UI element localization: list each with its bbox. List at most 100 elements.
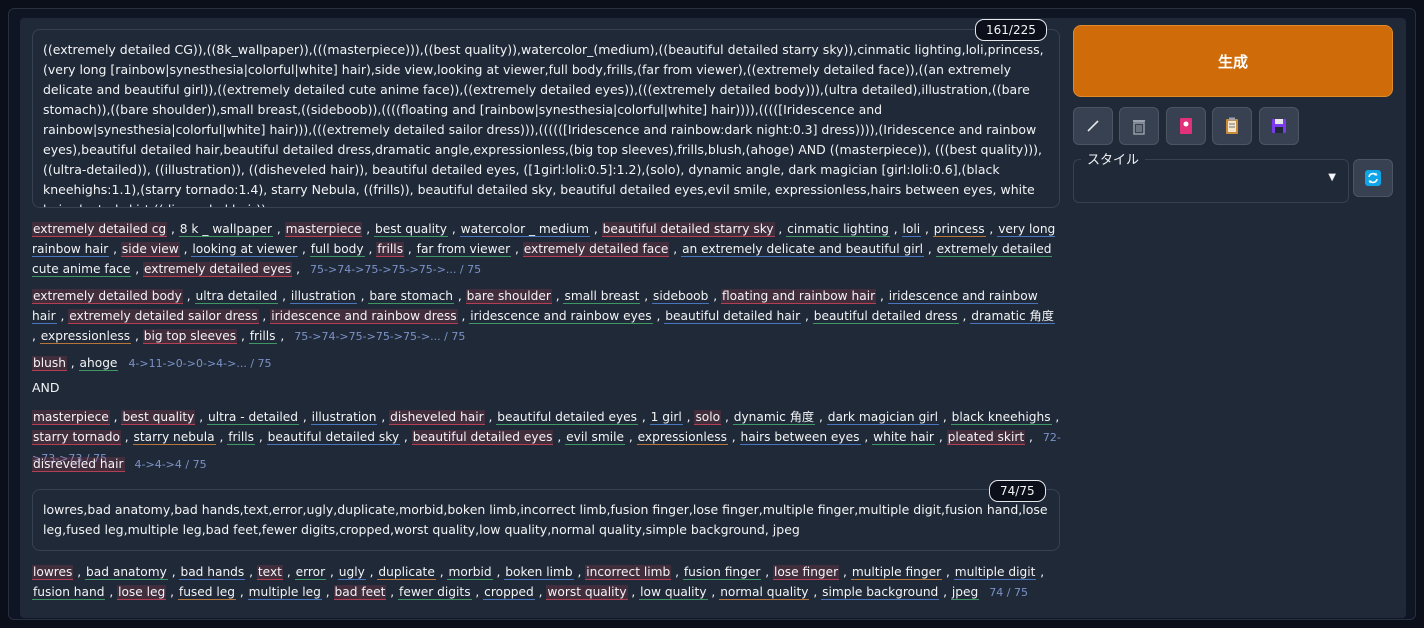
token-chunk-1: extremely detailed cg , 8 k _ wallpaper … (32, 219, 1062, 280)
token-separator: , (985, 222, 998, 236)
token-separator: , (939, 410, 951, 424)
bookmark-button[interactable] (1166, 107, 1206, 145)
token-separator: , (166, 585, 178, 599)
token-separator: , (809, 585, 822, 599)
token-separator: , (167, 565, 180, 579)
token: lose leg (117, 585, 167, 600)
token-separator: , (131, 262, 143, 276)
token-separator: , (627, 585, 640, 599)
token-separator: , (362, 222, 375, 236)
token: ultra - detailed (207, 410, 300, 425)
token: 8 k _ wallpaper (178, 222, 273, 237)
token: low quality (639, 585, 708, 600)
token-separator: , (492, 565, 505, 579)
token-separator: , (400, 430, 412, 444)
token-separator: , (435, 565, 448, 579)
token: loli (901, 222, 922, 237)
chunk-token-count: 75->74->75->75->75->... / 75 (294, 330, 466, 343)
token-separator: , (447, 222, 460, 236)
negative-prompt-textarea[interactable]: lowres,bad anatomy,bad hands,text,error,… (32, 489, 1060, 551)
pencil-button[interactable] (1073, 107, 1113, 145)
token: illustration (310, 410, 378, 425)
token-separator: , (321, 585, 334, 599)
token-separator: , (377, 410, 390, 424)
token-separator: , (66, 356, 79, 370)
token-separator: , (924, 242, 936, 256)
token-separator: , (921, 222, 933, 236)
token-separator: , (404, 242, 416, 256)
token: blush (32, 356, 67, 371)
chunk-token-count: 74 / 75 (989, 586, 1028, 599)
token-separator: , (801, 309, 813, 323)
token: normal quality (719, 585, 810, 600)
token: beautiful detailed hair (664, 309, 802, 324)
token: ahoge (78, 356, 119, 371)
refresh-styles-button[interactable] (1353, 159, 1393, 197)
token: side view (120, 242, 180, 257)
token-separator: , (276, 329, 285, 343)
token: beautiful detailed eyes (496, 410, 639, 425)
token-chunk-2: extremely detailed body , ultra detailed… (32, 286, 1062, 347)
token-separator: , (255, 430, 267, 444)
token-separator: , (457, 309, 470, 323)
token: floating and rainbow hair (721, 289, 877, 304)
token-chunk-3: blush , ahoge 4->11->0->0->4->... / 75 (32, 353, 1062, 374)
token: hairs between eyes (739, 430, 861, 445)
generate-button[interactable]: 生成 (1073, 25, 1393, 97)
token-separator: , (245, 565, 257, 579)
token-separator: , (511, 242, 523, 256)
token: morbid (447, 565, 493, 580)
token-separator: , (671, 565, 683, 579)
token-separator: , (939, 585, 951, 599)
and-separator: AND (32, 380, 60, 395)
token-separator: , (326, 565, 338, 579)
token-separator: , (534, 585, 547, 599)
token: ultra detailed (194, 289, 279, 304)
token-separator: , (105, 585, 118, 599)
trash-button[interactable] (1119, 107, 1159, 145)
token-separator: , (56, 309, 69, 323)
token-separator: , (624, 430, 637, 444)
token-separator: , (386, 585, 399, 599)
token: bare stomach (368, 289, 454, 304)
token: text (256, 565, 283, 580)
token: incorrect limb (585, 565, 672, 580)
token-separator: , (721, 410, 733, 424)
token-separator: , (815, 410, 827, 424)
token: dramatic 角度 (970, 309, 1055, 324)
token: masterpiece (284, 222, 363, 237)
trash-icon (1133, 120, 1145, 135)
token-separator: , (1051, 410, 1060, 424)
token-separator: , (236, 585, 248, 599)
token: black kneehighs (950, 410, 1052, 425)
token-separator: , (942, 565, 954, 579)
token-separator: , (120, 430, 133, 444)
token: best quality (121, 410, 196, 425)
token: dark magician girl (826, 410, 939, 425)
token: big top sleeves (142, 329, 238, 344)
token-separator: , (682, 410, 695, 424)
token: frills (227, 430, 256, 445)
clipboard-button[interactable] (1212, 107, 1252, 145)
token-separator: , (471, 585, 484, 599)
chunk-token-count: 75->74->75->75->75->... / 75 (310, 263, 482, 276)
save-style-button[interactable] (1259, 107, 1299, 145)
token-separator: , (356, 289, 369, 303)
token: starry nebula (132, 430, 216, 445)
token: bad feet (333, 585, 387, 600)
token: lowres (32, 565, 74, 580)
token: fewer digits (398, 585, 472, 600)
token-separator: , (1025, 430, 1033, 444)
token: extremely detailed eyes (142, 262, 293, 277)
negative-token-counter: 74/75 (989, 480, 1046, 502)
token-separator: , (573, 565, 586, 579)
token: evil smile (565, 430, 625, 445)
token: pleated skirt (946, 430, 1026, 445)
token-separator: , (958, 309, 971, 323)
prompt-textarea[interactable]: ((extremely detailed CG)),((8k_wallpaper… (32, 29, 1060, 208)
token: full body (309, 242, 365, 257)
token-separator: , (652, 309, 665, 323)
save-icon (1272, 119, 1286, 133)
token: multiple finger (850, 565, 943, 580)
token: best quality (374, 222, 448, 237)
